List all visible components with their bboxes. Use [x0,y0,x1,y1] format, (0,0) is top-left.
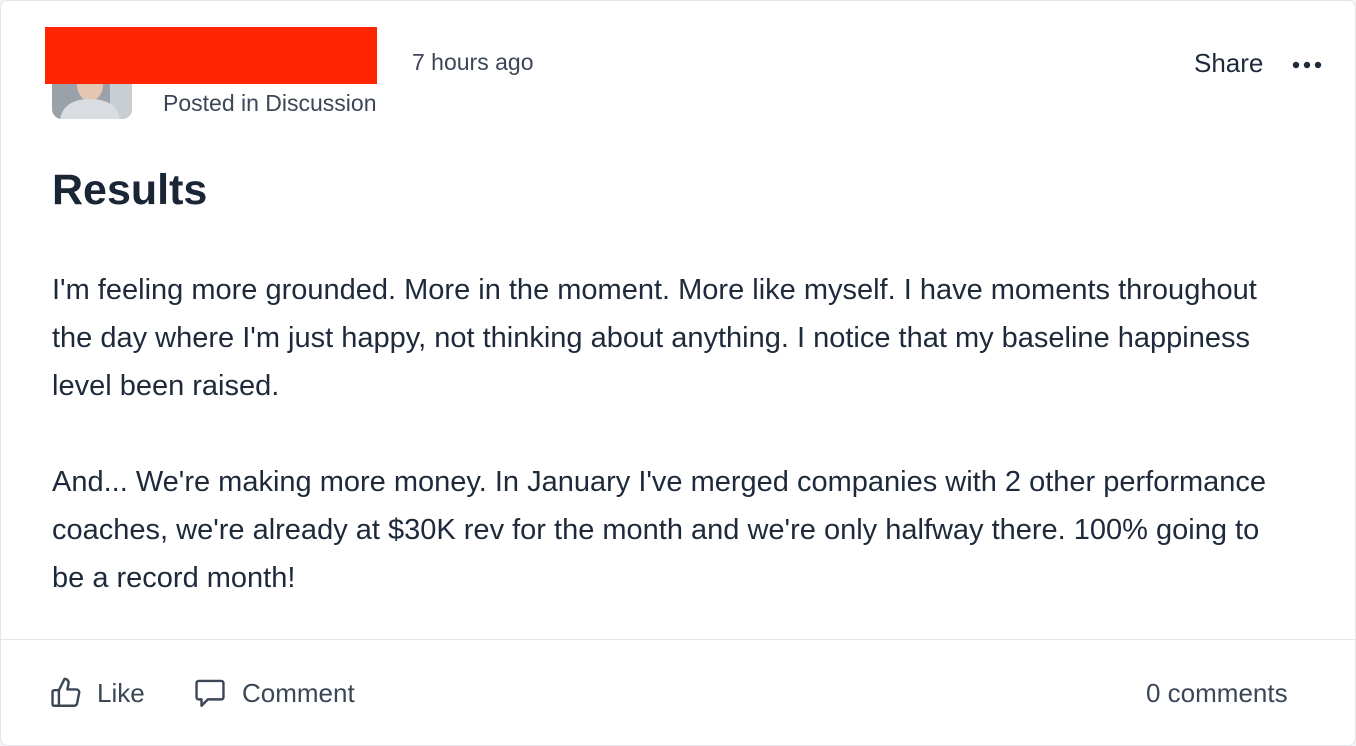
post-card: 7 hours ago Posted in Discussion Share R… [0,0,1356,746]
share-button[interactable]: Share [1194,48,1263,79]
post-body: I'm feeling more grounded. More in the m… [52,266,1292,650]
like-button[interactable]: Like [49,673,145,713]
post-paragraph: I'm feeling more grounded. More in the m… [52,274,1257,402]
post-title: Results [52,166,208,214]
divider [1,639,1355,640]
speech-bubble-icon [195,679,225,707]
like-label: Like [97,677,145,708]
posted-in-category[interactable]: Posted in Discussion [163,90,377,117]
post-paragraph: And... We're making more money. In Janua… [52,466,1267,594]
more-horizontal-icon[interactable] [1291,59,1323,71]
redacted-author-name [45,27,377,84]
comment-label: Comment [242,677,355,708]
comments-count[interactable]: 0 comments [1146,678,1288,709]
thumbs-up-icon [51,677,81,707]
comment-button[interactable]: Comment [193,673,355,713]
post-timestamp[interactable]: 7 hours ago [412,49,533,76]
